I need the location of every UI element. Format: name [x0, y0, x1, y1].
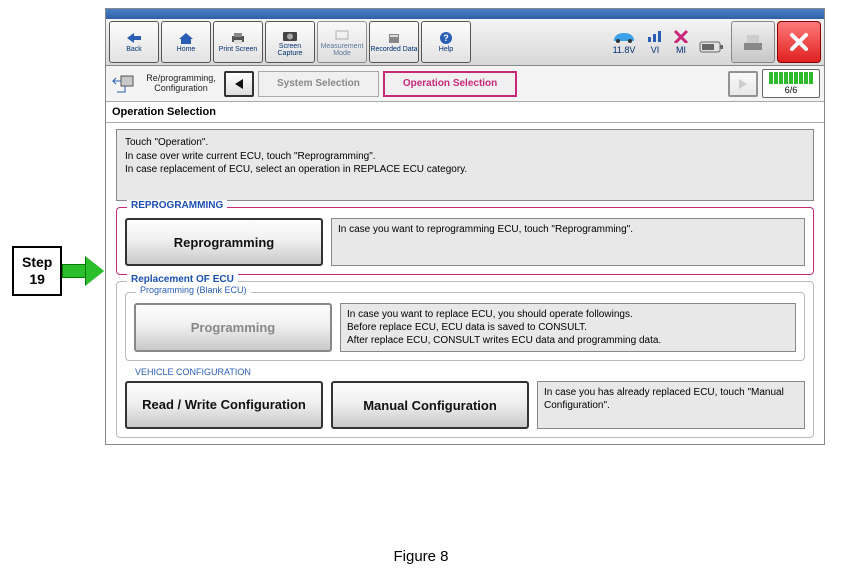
instruction-line-3: In case replacement of ECU, select an op… — [125, 163, 805, 177]
help-label: Help — [439, 46, 453, 53]
breadcrumb-bar: Re/programming, Configuration System Sel… — [106, 66, 824, 102]
progress-text: 6/6 — [785, 85, 798, 95]
step-callout: Step 19 — [12, 246, 104, 296]
measure-icon — [333, 28, 351, 42]
battery-icon — [699, 39, 725, 55]
reprogramming-desc: In case you want to reprogramming ECU, t… — [331, 218, 805, 266]
callout-box: Step 19 — [12, 246, 62, 296]
content-area: Operation Selection Touch "Operation". I… — [106, 102, 824, 438]
vehicle-config-legend: VEHICLE CONFIGURATION — [131, 367, 805, 377]
measurement-label: Measurement Mode — [318, 43, 366, 57]
tray-icon — [741, 31, 765, 53]
programming-sublegend: Programming (Blank ECU) — [136, 285, 251, 295]
back-button[interactable]: Back — [109, 21, 159, 63]
callout-line1: Step — [22, 254, 52, 271]
vehicle-config-desc: In case you has already replaced ECU, to… — [537, 381, 805, 429]
triangle-left-icon — [232, 77, 246, 91]
main-toolbar: Back Home Print Screen Screen Capture Me… — [106, 19, 824, 66]
window-title-bar — [106, 9, 824, 19]
back-label: Back — [126, 46, 142, 53]
svg-text:?: ? — [443, 33, 449, 43]
replacement-legend: Replacement OF ECU — [127, 274, 238, 285]
signal-icon — [647, 29, 663, 43]
reprogramming-legend: REPROGRAMMING — [127, 200, 227, 211]
programming-subgroup: Programming (Blank ECU) Programming In c… — [125, 292, 805, 361]
triangle-right-icon — [736, 77, 750, 91]
green-arrow-icon — [62, 257, 104, 285]
page-title: Operation Selection — [106, 102, 824, 123]
recorded-label: Recorded Data — [370, 46, 417, 53]
instruction-line-2: In case over write current ECU, touch "R… — [125, 150, 805, 164]
programming-desc: In case you want to replace ECU, you sho… — [340, 303, 796, 352]
instruction-panel: Touch "Operation". In case over write cu… — [116, 129, 814, 201]
mi-label: MI — [676, 45, 686, 55]
breadcrumb-step-system-selection[interactable]: System Selection — [258, 71, 379, 97]
progress-indicator: 6/6 — [762, 69, 820, 98]
print-button[interactable]: Print Screen — [213, 21, 263, 63]
back-arrow-icon — [125, 31, 143, 45]
read-write-config-button[interactable]: Read / Write Configuration — [125, 381, 323, 429]
progress-bars-icon — [765, 72, 817, 84]
capture-button[interactable]: Screen Capture — [265, 21, 315, 63]
close-button[interactable] — [777, 21, 821, 63]
recorded-icon — [385, 31, 403, 45]
reprogramming-button[interactable]: Reprogramming — [125, 218, 323, 266]
print-label: Print Screen — [219, 46, 258, 53]
help-button[interactable]: ? Help — [421, 21, 471, 63]
measurement-button[interactable]: Measurement Mode — [317, 21, 367, 63]
breadcrumb-label: Re/programming, Configuration — [142, 74, 220, 94]
manual-config-button[interactable]: Manual Configuration — [331, 381, 529, 429]
programming-button[interactable]: Programming — [134, 303, 332, 352]
figure-caption: Figure 8 — [0, 548, 842, 565]
close-icon — [788, 31, 810, 53]
app-window: Back Home Print Screen Screen Capture Me… — [105, 8, 825, 445]
breadcrumb-back-button[interactable] — [224, 71, 254, 97]
home-icon — [177, 31, 195, 45]
breadcrumb-icon — [110, 72, 138, 96]
breadcrumb-forward-button — [728, 71, 758, 97]
car-icon — [611, 29, 637, 43]
recorded-button[interactable]: Recorded Data — [369, 21, 419, 63]
printer-icon — [229, 31, 247, 45]
tray-button[interactable] — [731, 21, 775, 63]
voltage-label: 11.8V — [613, 45, 636, 55]
home-label: Home — [177, 46, 196, 53]
status-area: 11.8V VI MI — [611, 29, 729, 55]
replacement-group: Replacement OF ECU Programming (Blank EC… — [116, 281, 814, 438]
breadcrumb-step-operation-selection[interactable]: Operation Selection — [383, 71, 517, 97]
home-button[interactable]: Home — [161, 21, 211, 63]
capture-label: Screen Capture — [266, 43, 314, 57]
mi-x-icon — [673, 29, 689, 43]
callout-line2: 19 — [22, 271, 52, 288]
instruction-line-1: Touch "Operation". — [125, 136, 805, 150]
reprogramming-group: REPROGRAMMING Reprogramming In case you … — [116, 207, 814, 275]
vi-label: VI — [651, 45, 660, 55]
help-icon: ? — [437, 31, 455, 45]
camera-icon — [281, 28, 299, 42]
